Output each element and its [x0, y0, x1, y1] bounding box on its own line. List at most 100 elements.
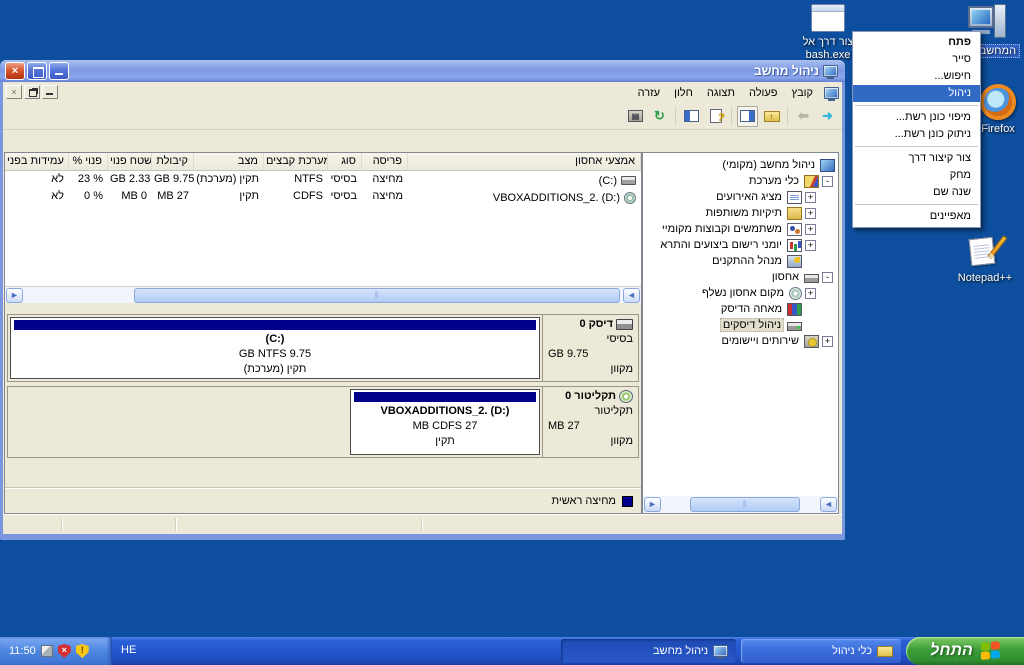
tree-item-performance-logs[interactable]: + יומני רישום ביצועים והתרא [643, 237, 835, 253]
column-header-free-space[interactable]: שטח פנוי [108, 153, 152, 171]
tree-item-disk-defragmenter[interactable]: מאחה הדיסק [643, 301, 835, 317]
expand-icon[interactable]: + [805, 288, 816, 299]
mdi-minimize-button[interactable] [42, 85, 58, 99]
column-header-capacity[interactable]: קיבולת [152, 153, 194, 171]
desktop-icon-notepadpp[interactable]: Notepad++ [950, 234, 1020, 285]
column-header-pct-free[interactable]: % פנוי [69, 153, 108, 171]
scrollbar-thumb[interactable] [690, 497, 800, 512]
list-horizontal-scrollbar[interactable]: ◄ ► [5, 286, 641, 303]
collapse-icon[interactable]: - [822, 272, 833, 283]
context-menu-map-network-drive[interactable]: מיפוי כונן רשת... [853, 109, 980, 126]
collapse-icon[interactable]: - [822, 176, 833, 187]
title-bar[interactable]: × ניהול מחשב [0, 60, 845, 82]
context-menu-disconnect-network-drive[interactable]: ניתוק כונן רשת... [853, 126, 980, 143]
menu-view[interactable]: תצוגה [700, 85, 742, 101]
context-menu-search[interactable]: חיפוש... [853, 68, 980, 85]
scrollbar-thumb[interactable] [134, 288, 620, 303]
column-header-file-system[interactable]: מערכת קבצים [264, 153, 328, 171]
legend-primary-partition-label: מחיצה ראשית [551, 495, 616, 507]
forward-button[interactable]: ➜ [817, 106, 838, 127]
cdrom0-info[interactable]: תקליטור 0 תקליטור MB 27 מקוון [542, 387, 638, 457]
context-menu-properties[interactable]: מאפיינים [853, 208, 980, 225]
column-header-status[interactable]: מצב [194, 153, 264, 171]
context-menu-manage[interactable]: ניהול [853, 85, 980, 102]
disk-icon [616, 319, 633, 330]
volume-row-c[interactable]: לא 23 % GB 2.33 GB 9.75 תקין (מערכת) NTF… [5, 171, 641, 188]
volume-list: עמידות בפני % פנוי שטח פנוי קיבולת מצב מ… [5, 153, 641, 286]
tree-item-system-tools[interactable]: - כלי מערכת [643, 173, 835, 189]
properties-panel-button[interactable] [681, 106, 702, 127]
maximize-button[interactable] [27, 62, 47, 80]
menu-bar: × קובץ פעולה תצוגה חלון עזרה [3, 82, 842, 103]
mdi-close-button[interactable]: × [6, 85, 22, 99]
partition-d[interactable]: VBOXADDITIONS_2. (D:) MB CDFS 27 תקין [350, 389, 540, 455]
disk0-info[interactable]: דיסק 0 בסיסי GB 9.75 מקוון [542, 315, 638, 381]
taskbar-button-admin-tools[interactable]: כלי ניהול [741, 639, 901, 663]
help-icon: ? [710, 109, 722, 123]
scroll-right-button[interactable]: ► [644, 497, 661, 512]
tree-item-event-viewer[interactable]: + מציג האירועים [643, 189, 835, 205]
scroll-right-button[interactable]: ► [6, 288, 23, 303]
bash-window-icon [811, 4, 845, 32]
tree-item-device-manager[interactable]: מנהל ההתקנים [643, 253, 835, 269]
tree-item-storage[interactable]: - אחסון [643, 269, 835, 285]
tray-app-icon[interactable] [41, 645, 53, 657]
export-list-button[interactable]: ▤ [625, 106, 646, 127]
column-header-type[interactable]: סוג [328, 153, 362, 171]
tree-item-disk-management[interactable]: ניהול דיסקים [643, 317, 835, 333]
cdrom0-row: תקליטור 0 תקליטור MB 27 מקוון VBOXADDITI… [7, 386, 639, 458]
disk0-row: דיסק 0 בסיסי GB 9.75 מקוון (C:) GB NTFS … [7, 314, 639, 382]
menu-action[interactable]: פעולה [742, 85, 785, 101]
help-button[interactable]: ? [705, 106, 726, 127]
menu-file[interactable]: קובץ [785, 85, 820, 101]
windows-flag-icon [980, 641, 1000, 661]
tree-horizontal-scrollbar[interactable]: ◄ ► [643, 496, 838, 513]
scroll-left-button[interactable]: ◄ [623, 288, 640, 303]
clock[interactable]: 11:50 [9, 645, 36, 657]
expand-icon[interactable]: + [805, 224, 816, 235]
context-menu-explore[interactable]: סייר [853, 51, 980, 68]
minimize-button[interactable] [49, 62, 69, 80]
show-console-tree-button[interactable] [737, 106, 758, 127]
system-tools-icon [804, 175, 819, 188]
scroll-left-button[interactable]: ◄ [820, 497, 837, 512]
menu-help[interactable]: עזרה [631, 85, 667, 101]
taskbar-button-computer-management[interactable]: ניהול מחשב [561, 639, 736, 663]
expand-icon[interactable]: + [805, 192, 816, 203]
column-header-fault-tolerance[interactable]: עמידות בפני [5, 153, 69, 171]
menu-window[interactable]: חלון [667, 85, 700, 101]
back-button[interactable]: ⬅ [793, 106, 814, 127]
refresh-button[interactable]: ↻ [649, 106, 670, 127]
context-menu-delete[interactable]: מחק [853, 167, 980, 184]
users-groups-icon [787, 223, 802, 236]
my-computer-context-menu: פתח סייר חיפוש... ניהול מיפוי כונן רשת..… [852, 31, 981, 228]
volume-row-d[interactable]: לא 0 % MB 0 MB 27 תקין CDFS בסיסי מחיצה … [5, 188, 641, 205]
details-pane: עמידות בפני % פנוי שטח פנוי קיבולת מצב מ… [4, 152, 642, 514]
security-warning-icon[interactable]: ! [76, 644, 89, 658]
expand-icon[interactable]: + [822, 336, 833, 347]
primary-partition-color-swatch [622, 496, 633, 507]
folder-icon [877, 646, 893, 657]
tree-item-computer-management[interactable]: ניהול מחשב (מקומי) [643, 157, 835, 173]
context-menu-rename[interactable]: שנה שם [853, 184, 980, 201]
tree-item-local-users-groups[interactable]: + משתמשים וקבוצות מקומיי [643, 221, 835, 237]
partition-c[interactable]: (C:) GB NTFS 9.75 תקין (מערכת) [10, 317, 540, 379]
language-indicator[interactable]: HE [121, 644, 136, 656]
mdi-restore-button[interactable] [24, 85, 40, 99]
tree-item-shared-folders[interactable]: + תיקיות משותפות [643, 205, 835, 221]
column-header-volume[interactable]: אמצעי אחסון [408, 153, 641, 171]
disk-management-icon [787, 322, 802, 331]
start-button[interactable]: התחל [906, 637, 1024, 665]
expand-icon[interactable]: + [805, 208, 816, 219]
mdi-system-icon[interactable] [824, 87, 839, 99]
tree-item-services-applications[interactable]: + שירותים ויישומים [643, 333, 835, 349]
column-header-layout[interactable]: פריסה [362, 153, 408, 171]
context-menu-create-shortcut[interactable]: צור קיצור דרך [853, 150, 980, 167]
up-one-level-button[interactable]: ↑ [761, 106, 782, 127]
event-viewer-icon [787, 191, 802, 204]
context-menu-open[interactable]: פתח [853, 34, 980, 51]
expand-icon[interactable]: + [805, 240, 816, 251]
security-alert-icon[interactable]: × [58, 644, 71, 658]
tree-item-removable-storage[interactable]: + מקום אחסון נשלף [643, 285, 835, 301]
close-button[interactable]: × [5, 62, 25, 80]
